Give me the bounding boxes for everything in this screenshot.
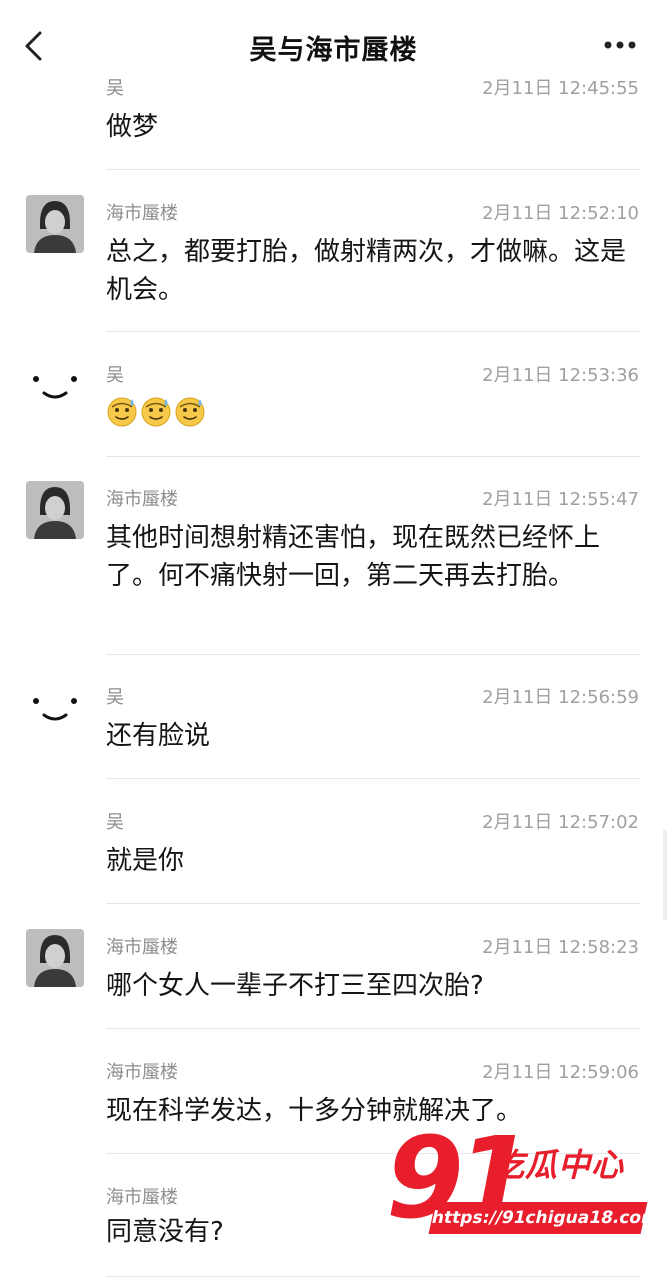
watermark-logo: 91 吃瓜中心 https://91chigua18.com (386, 1114, 661, 1246)
message-divider (106, 331, 641, 332)
message-sender: 海市蜃楼 (106, 937, 178, 958)
message-text: 还有脸说 (106, 721, 211, 751)
message-sender: 海市蜃楼 (106, 203, 178, 224)
avatar[interactable] (26, 481, 84, 539)
message-divider (106, 456, 641, 457)
message-divider (106, 1276, 641, 1277)
message-time: 2月11日 12:53:36 (482, 365, 639, 386)
sweat-smile-emoji-icon (107, 397, 137, 427)
message-divider (106, 1028, 641, 1029)
message-sender: 吴 (106, 365, 124, 386)
avatar[interactable] (26, 679, 84, 737)
message-time: 2月11日 12:58:23 (482, 937, 639, 958)
watermark-url: https://91chigua18.com (428, 1202, 661, 1234)
message-sender: 海市蜃楼 (106, 1187, 178, 1208)
message-text: 总之，都要打胎，做射精两次，才做嘛。这是机会。 (106, 237, 627, 305)
message-time: 2月11日 12:59:06 (482, 1062, 639, 1083)
message-text: 现在科学发达，十多分钟就解决了。 (106, 1096, 523, 1126)
avatar[interactable] (26, 195, 84, 253)
message-sender: 海市蜃楼 (106, 1062, 178, 1083)
message-divider (106, 903, 641, 904)
message-sender: 吴 (106, 687, 124, 708)
message-time: 2月11日 12:56:59 (482, 687, 639, 708)
message-text: 哪个女人一辈子不打三至四次胎? (106, 971, 484, 1001)
sweat-smile-emoji-icon (175, 397, 205, 427)
avatar[interactable] (26, 357, 84, 415)
message-time: 2月11日 12:52:10 (482, 203, 639, 224)
message-text: 做梦 (106, 112, 159, 142)
scrollbar-thumb[interactable] (663, 830, 667, 920)
watermark-brand: 吃瓜中心 (492, 1146, 625, 1184)
message-time: 2月11日 12:57:02 (482, 812, 639, 833)
message-sender: 海市蜃楼 (106, 489, 178, 510)
message-divider (106, 654, 641, 655)
message-sender: 吴 (106, 78, 124, 99)
emoji-row (106, 395, 206, 427)
more-options-icon[interactable] (603, 40, 637, 50)
message-divider (106, 778, 641, 779)
message-time: 2月11日 12:55:47 (482, 489, 639, 510)
message-divider (106, 169, 641, 170)
message-text: 其他时间想射精还害怕，现在既然已经怀上了。何不痛快射一回，第二天再去打胎。 (106, 523, 601, 591)
chat-title: 吴与海市蜃楼 (249, 35, 418, 66)
avatar[interactable] (26, 929, 84, 987)
message-time: 2月11日 12:45:55 (482, 78, 639, 99)
sweat-smile-emoji-icon (141, 397, 171, 427)
message-sender: 吴 (106, 812, 124, 833)
message-text: 就是你 (106, 846, 185, 876)
